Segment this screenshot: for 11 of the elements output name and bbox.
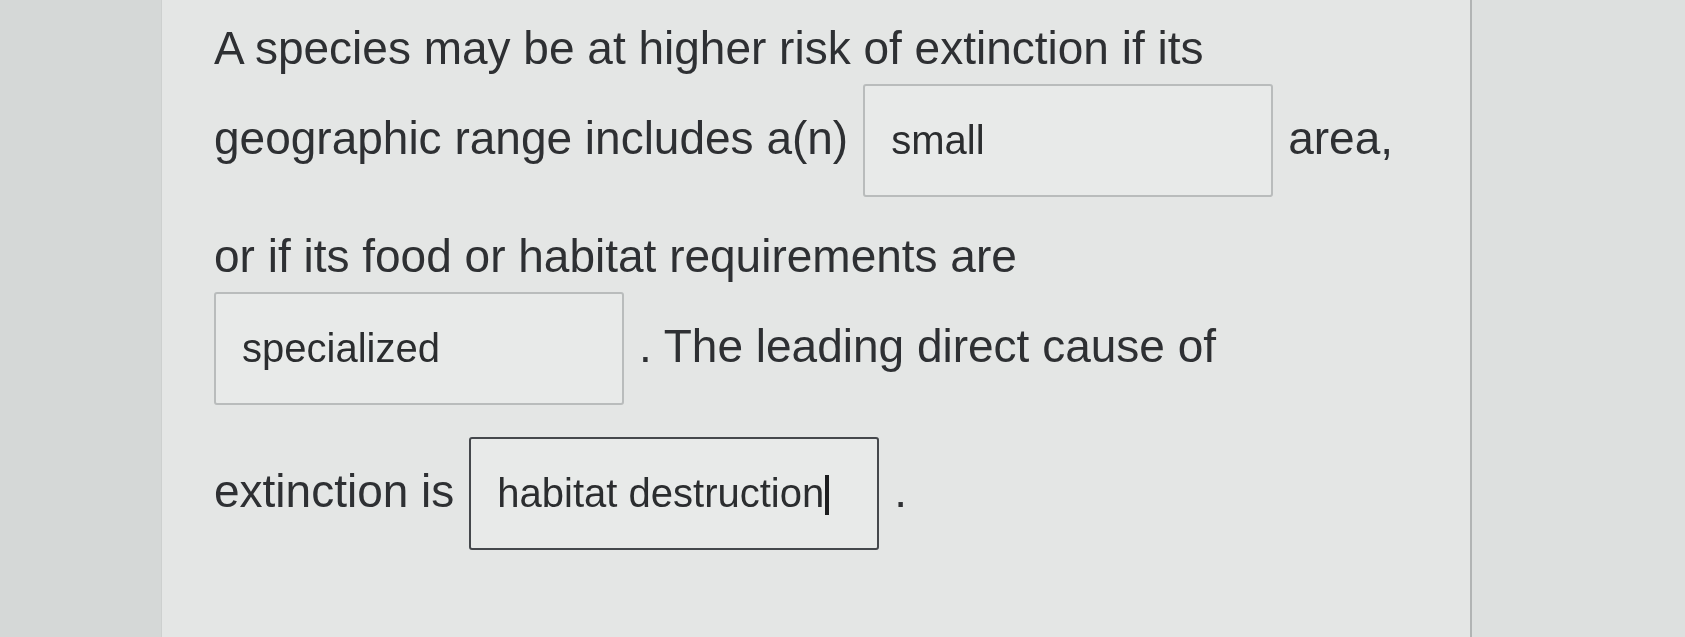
question-text: extinction is (214, 464, 455, 519)
question-text: area, (1288, 111, 1394, 166)
question-text: A species may be at higher risk of extinction if its (214, 21, 1204, 76)
question-text: geographic range includes a(n) (214, 111, 849, 166)
text-cursor-icon (825, 475, 830, 515)
answer-box[interactable]: small (863, 84, 1274, 197)
question-text: or if its food or habitat requirements are (214, 229, 1017, 284)
question-text: . (894, 464, 908, 519)
answer-box[interactable]: specialized (214, 292, 624, 405)
answer-box[interactable]: habitat destruction (469, 437, 880, 550)
question-text: . The leading direct cause of (639, 319, 1217, 374)
